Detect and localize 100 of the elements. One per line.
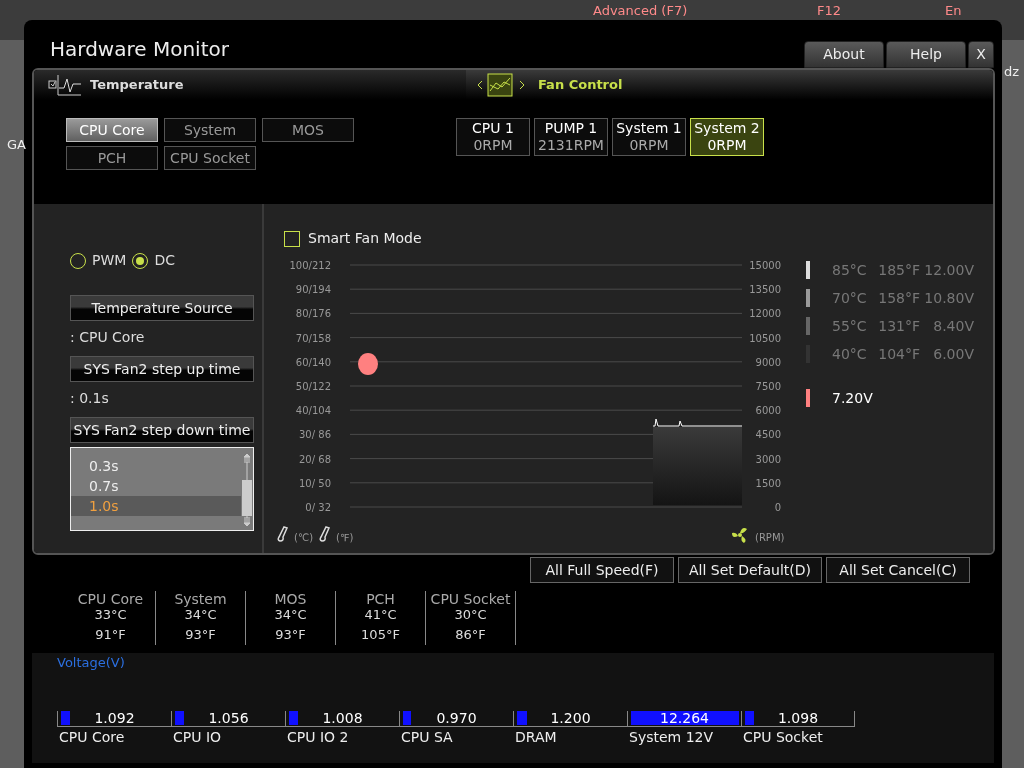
thermometer-icon [319,526,330,542]
smart-fan-checkbox[interactable]: Smart Fan Mode [284,228,796,249]
unit-label: (℉) [336,532,354,543]
axis-tick: 15000 [749,260,781,271]
voltage-name: CPU IO [172,727,223,747]
setting-heading: SYS Fan2 step up time [70,356,254,382]
temperature-value: 93°F [274,627,307,643]
axis-tick: 6000 [755,405,781,417]
axis-tick: 100/212 [289,260,331,271]
menu-text: dz [1004,64,1020,79]
radio-option[interactable]: DC [132,250,175,271]
temperature-value: 34°C [273,607,308,623]
window-title: Hardware Monitor [50,36,229,63]
tab-label: Temperature [90,76,184,95]
list-option[interactable]: 0.3s [71,456,241,476]
voltage-name: CPU Socket [742,727,824,747]
sensor-button[interactable]: CPU Core [66,118,158,142]
axis-tick: 60/140 [295,356,331,368]
voltage-name: CPU SA [400,727,454,747]
action-button[interactable]: All Full Speed(F) [530,557,674,583]
unit-label: (RPM) [755,532,785,543]
sensor-name: PCH [365,591,396,607]
axis-tick: 13500 [749,284,781,296]
voltage-name: System 12V [628,727,715,747]
axis-tick: 20/ 68 [299,453,331,465]
temperature-value: 105°F [360,627,401,643]
scrollbar[interactable] [241,452,253,528]
voltage-value: 1.056 [207,710,250,725]
section-title: Voltage(V) [57,654,126,672]
setting-value: : CPU Core [70,328,146,347]
list-option[interactable]: 0.7s [71,476,241,496]
sensor-button[interactable]: CPU Socket [164,146,256,170]
temperature-value: 91°F [94,627,127,643]
fan-curve-point[interactable] [358,353,378,375]
sensor-name: CPU Core [76,591,145,607]
voltage-value: 1.092 [93,710,136,725]
radio-option[interactable]: PWM [70,250,127,271]
voltage-value: 0.970 [435,710,478,725]
temperature-value: 185°F [877,260,920,280]
temperature-value: 85°C [832,260,868,280]
fan-button[interactable]: CPU 1 0RPM [456,118,530,156]
temperature-value: 70°C [832,288,868,308]
voltage-value: 10.80V [923,288,974,308]
about-button[interactable]: About [804,41,884,68]
voltage-name: CPU Core [58,727,126,747]
sensor-name: CPU Socket [429,591,512,607]
axis-tick: 10500 [749,332,781,344]
temperature-value: 131°F [877,316,920,336]
axis-tick: 40/104 [295,405,331,417]
current-voltage: 7.20V [832,388,873,408]
axis-tick: 50/122 [295,381,331,392]
axis-tick: 0/ 32 [305,502,331,513]
voltage-name: CPU IO 2 [286,727,350,747]
fan-button[interactable]: PUMP 1 2131RPM [534,118,608,156]
axis-tick: 9000 [755,356,781,368]
close-button[interactable]: X [968,41,994,68]
thermometer-icon [277,526,288,542]
axis-tick: 30/ 86 [299,429,331,441]
voltage-value: 1.200 [549,710,592,725]
temperature-value: 34°C [183,607,218,623]
key-hint[interactable]: F12 [817,3,842,18]
chart-icon [48,74,82,96]
voltage-value: 8.40V [932,316,974,336]
sensor-name: System [173,591,228,607]
temperature-value: 30°C [453,607,488,623]
fan-button[interactable]: System 2 0RPM [690,118,764,156]
temperature-value: 104°F [877,344,920,364]
sensor-button[interactable]: System [164,118,256,142]
voltage-value: 12.00V [923,260,974,280]
language-label[interactable]: En [945,3,962,18]
setting-heading: Temperature Source [70,295,254,321]
sensor-button[interactable]: PCH [66,146,158,170]
axis-tick: 7500 [755,381,781,392]
axis-tick: 70/158 [295,332,331,344]
setting-value: : 0.1s [70,389,110,408]
axis-tick: 0 [774,502,781,513]
mode-label[interactable]: Advanced (F7) [593,3,688,18]
axis-tick: 90/194 [295,284,331,296]
voltage-value: 12.264 [659,710,710,725]
fan-control-tab[interactable]: Fan Control [466,70,993,100]
axis-tick: 4500 [755,429,781,441]
action-button[interactable]: All Set Cancel(C) [826,557,970,583]
temperature-value: 40°C [832,344,868,364]
temperature-tab[interactable]: Temperature [34,70,466,100]
option-list[interactable]: 0.3s 0.7s 1.0s [70,447,254,531]
axis-tick: 12000 [749,308,781,320]
fan-button[interactable]: System 1 0RPM [612,118,686,156]
sensor-button[interactable]: MOS [262,118,354,142]
help-button[interactable]: Help [886,41,966,68]
axis-tick: 3000 [755,453,781,465]
axis-tick: 10/ 50 [299,477,331,489]
voltage-name: DRAM [514,727,558,747]
temperature-value: 86°F [454,627,487,643]
axis-tick: 80/176 [295,308,331,320]
sensor-name: MOS [273,591,308,607]
temperature-value: 33°C [93,607,128,623]
voltage-value: 1.008 [321,710,364,725]
action-button[interactable]: All Set Default(D) [678,557,822,583]
temperature-value: 158°F [877,288,920,308]
tab-label: Fan Control [538,76,623,95]
